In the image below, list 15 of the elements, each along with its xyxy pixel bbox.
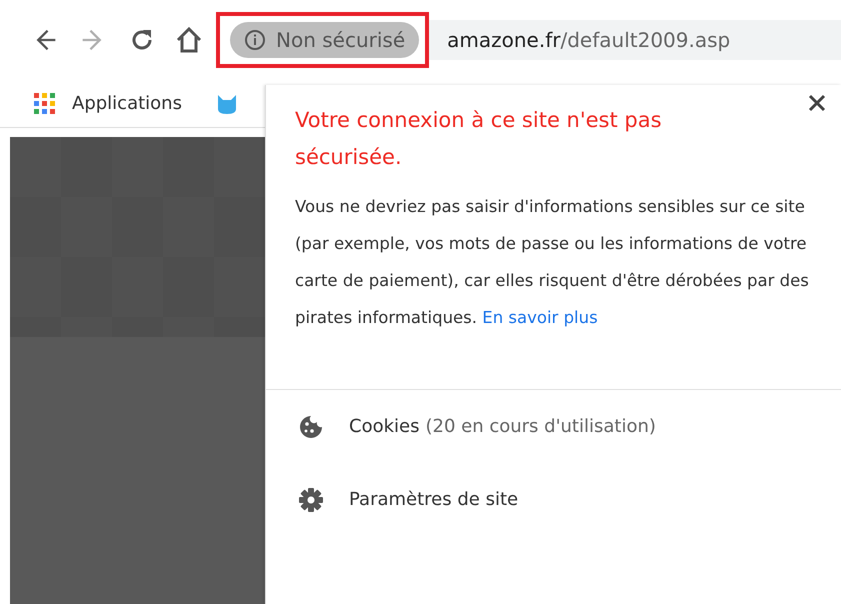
bookmark-link[interactable]: Applications bbox=[34, 92, 182, 114]
address-field[interactable]: amazone.fr/default2009.asp bbox=[429, 20, 841, 60]
security-chip[interactable]: Non sécurisé bbox=[230, 22, 420, 58]
apps-grid-icon bbox=[34, 92, 56, 114]
bookmark-icon-button[interactable] bbox=[216, 92, 238, 114]
cookies-menu-item[interactable]: Cookies (20 en cours d'utilisation) bbox=[266, 390, 841, 463]
home-icon[interactable] bbox=[174, 25, 204, 55]
settings-menu-item[interactable]: Paramètres de site bbox=[266, 463, 841, 536]
learn-more-link[interactable]: En savoir plus bbox=[482, 308, 598, 327]
warning-title: Votre connexion à ce site n'est pas sécurisée. bbox=[295, 107, 663, 171]
cat-head-icon bbox=[216, 92, 238, 114]
warning-text: Vous ne devriez pas saisir d'informations sensibles sur ce site (par exemple, vos mots de passe ou les informations de votre carte de paiement), car elles risquent d'être dérobées par des pirates informatiques. En savoir plus bbox=[295, 196, 810, 329]
url-text: amazone.fr/default2009.asp bbox=[447, 28, 730, 52]
settings-icon bbox=[297, 486, 325, 514]
info-icon bbox=[244, 29, 266, 51]
